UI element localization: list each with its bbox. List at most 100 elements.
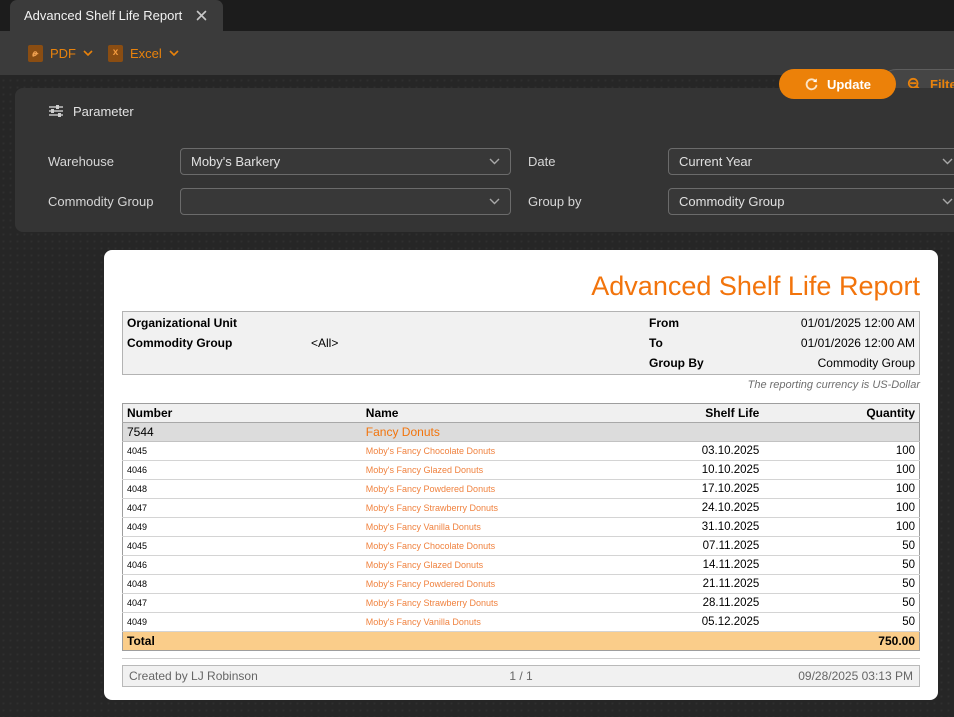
pdf-file-icon [28, 44, 43, 62]
commodity-group-header-value: <All> [311, 335, 339, 350]
toolbar: PDF x Excel Update Filter [0, 31, 954, 99]
date-select[interactable]: Current Year [668, 148, 954, 175]
update-button-label: Update [826, 76, 872, 92]
update-button[interactable]: Update [779, 69, 896, 99]
table-row: 4046 Moby's Fancy Glazed Donuts 14.11.20… [122, 555, 920, 575]
pdf-button-label: PDF [50, 45, 76, 61]
org-unit-label: Organizational Unit [127, 315, 238, 330]
report-header-box: Organizational Unit From 01/01/2025 12:0… [122, 310, 920, 375]
table-row: 4049 Moby's Fancy Vanilla Donuts 31.10.2… [122, 517, 920, 537]
item-shelf-life: 03.10.2025 [615, 441, 764, 461]
table-row: 4047 Moby's Fancy Strawberry Donuts 24.1… [122, 498, 920, 518]
chevron-down-icon [83, 49, 93, 56]
report-title: Advanced Shelf Life Report [591, 271, 920, 301]
item-name-link[interactable]: Moby's Fancy Powdered Donuts [361, 574, 616, 594]
tab-advanced-shelf-life-report[interactable]: Advanced Shelf Life Report [10, 0, 224, 31]
item-number: 4046 [122, 460, 362, 480]
parameter-panel: Parameter Warehouse Moby's Barkery Date … [15, 88, 954, 232]
table-row: 4045 Moby's Fancy Chocolate Donuts 07.11… [122, 536, 920, 556]
item-name-link[interactable]: Moby's Fancy Strawberry Donuts [361, 593, 616, 613]
close-icon[interactable] [196, 10, 207, 21]
from-label: From [649, 315, 679, 330]
item-number: 4049 [122, 517, 362, 537]
parameter-panel-title: Parameter [73, 103, 134, 119]
group-by-select[interactable]: Commodity Group [668, 188, 954, 215]
col-header-name: Name [361, 403, 616, 423]
item-number: 4048 [122, 479, 362, 499]
item-name-link[interactable]: Moby's Fancy Vanilla Donuts [361, 517, 616, 537]
item-shelf-life: 07.11.2025 [615, 536, 764, 556]
item-number: 4049 [122, 612, 362, 632]
group-by-header-label: Group By [649, 355, 704, 370]
group-by-header-value: Commodity Group [817, 355, 915, 370]
to-label: To [649, 335, 663, 350]
table-row: 4048 Moby's Fancy Powdered Donuts 21.11.… [122, 574, 920, 594]
group-by-select-value: Commodity Group [679, 194, 785, 209]
chevron-down-icon [942, 158, 953, 165]
col-header-quantity: Quantity [763, 403, 920, 423]
footer-separator [122, 657, 920, 659]
commodity-group-select[interactable] [180, 188, 511, 215]
item-shelf-life: 28.11.2025 [615, 593, 764, 613]
table-header-row: Number Name Shelf Life Quantity [122, 403, 920, 423]
item-quantity: 50 [763, 555, 920, 575]
item-quantity: 50 [763, 574, 920, 594]
report-page: Advanced Shelf Life Report Organizationa… [104, 250, 938, 700]
item-shelf-life: 21.11.2025 [615, 574, 764, 594]
group-name-link[interactable]: Fancy Donuts [361, 422, 616, 442]
item-number: 4045 [122, 441, 362, 461]
report-timestamp: 09/28/2025 03:13 PM [798, 668, 913, 683]
item-name-link[interactable]: Moby's Fancy Glazed Donuts [361, 555, 616, 575]
item-name-link[interactable]: Moby's Fancy Chocolate Donuts [361, 536, 616, 556]
item-number: 4047 [122, 498, 362, 518]
col-header-shelf-life: Shelf Life [615, 403, 764, 423]
total-row: Total 750.00 [122, 630, 920, 651]
item-shelf-life: 10.10.2025 [615, 460, 764, 480]
item-shelf-life: 24.10.2025 [615, 498, 764, 518]
excel-export-button[interactable]: x Excel [108, 31, 179, 75]
group-by-label: Group by [528, 194, 582, 209]
parameter-panel-header: Parameter [48, 103, 134, 119]
currency-note: The reporting currency is US-Dollar [747, 378, 920, 391]
item-quantity: 100 [763, 517, 920, 537]
item-quantity: 100 [763, 441, 920, 461]
total-label: Total [122, 630, 362, 651]
item-number: 4047 [122, 593, 362, 613]
item-quantity: 50 [763, 593, 920, 613]
item-name-link[interactable]: Moby's Fancy Strawberry Donuts [361, 498, 616, 518]
to-value: 01/01/2026 12:00 AM [800, 335, 915, 350]
table-row: 4049 Moby's Fancy Vanilla Donuts 05.12.2… [122, 612, 920, 632]
group-row: 7544 Fancy Donuts [122, 422, 920, 442]
item-number: 4048 [122, 574, 362, 594]
commodity-group-label: Commodity Group [48, 194, 154, 209]
table-row: 4046 Moby's Fancy Glazed Donuts 10.10.20… [122, 460, 920, 480]
item-quantity: 100 [763, 498, 920, 518]
chevron-down-icon [489, 198, 500, 205]
item-quantity: 100 [763, 479, 920, 499]
from-value: 01/01/2025 12:00 AM [800, 315, 915, 330]
item-quantity: 50 [763, 536, 920, 556]
item-name-link[interactable]: Moby's Fancy Powdered Donuts [361, 479, 616, 499]
date-label: Date [528, 154, 556, 169]
chevron-down-icon [169, 49, 179, 56]
refresh-icon [805, 77, 818, 90]
warehouse-label: Warehouse [48, 154, 114, 169]
item-name-link[interactable]: Moby's Fancy Chocolate Donuts [361, 441, 616, 461]
pdf-export-button[interactable]: PDF [28, 31, 93, 75]
excel-file-icon: x [108, 44, 123, 62]
table-row: 4047 Moby's Fancy Strawberry Donuts 28.1… [122, 593, 920, 613]
warehouse-select-value: Moby's Barkery [191, 154, 281, 169]
item-name-link[interactable]: Moby's Fancy Vanilla Donuts [361, 612, 616, 632]
report-footer: Created by LJ Robinson 1 / 1 09/28/2025 … [122, 664, 920, 687]
chevron-down-icon [489, 158, 500, 165]
warehouse-select[interactable]: Moby's Barkery [180, 148, 511, 175]
item-shelf-life: 17.10.2025 [615, 479, 764, 499]
item-quantity: 100 [763, 460, 920, 480]
excel-button-label: Excel [130, 45, 162, 61]
item-number: 4045 [122, 536, 362, 556]
total-value: 750.00 [763, 630, 920, 651]
chevron-down-icon [942, 198, 953, 205]
item-quantity: 50 [763, 612, 920, 632]
item-name-link[interactable]: Moby's Fancy Glazed Donuts [361, 460, 616, 480]
tab-bar: Advanced Shelf Life Report [0, 0, 954, 31]
